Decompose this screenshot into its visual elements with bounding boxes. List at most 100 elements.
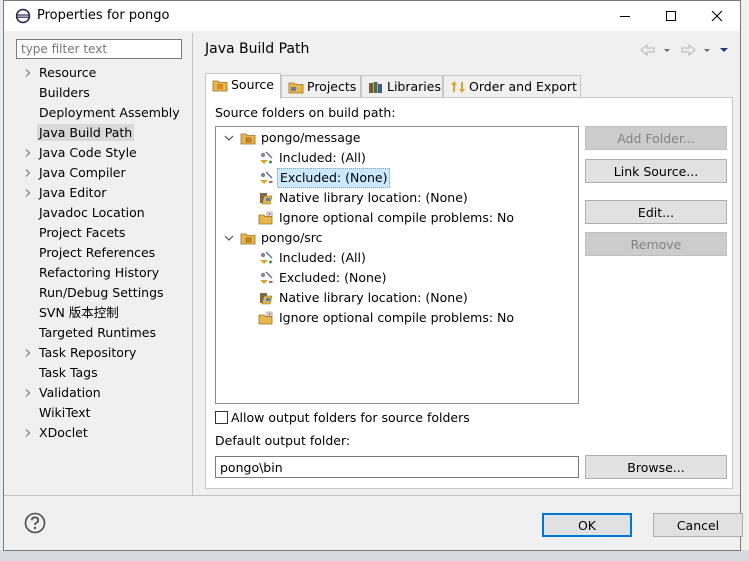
- nav-item[interactable]: XDoclet: [4, 423, 192, 443]
- tree-node-label: Native library location: (None): [279, 290, 468, 305]
- link-source-button[interactable]: Link Source...: [585, 159, 727, 183]
- forward-history-dropdown-icon[interactable]: [704, 49, 710, 52]
- close-button[interactable]: [694, 1, 740, 31]
- tree-node-label: pongo/message: [261, 130, 361, 145]
- nav-item-label: Project Facets: [39, 225, 126, 240]
- nav-item[interactable]: Java Editor: [4, 183, 192, 203]
- source-folders-tree[interactable]: pongo/message Included: (All) Excluded: (N…: [215, 126, 579, 404]
- nav-item[interactable]: Project Facets: [4, 223, 192, 243]
- inclusion-filter-icon: [260, 151, 273, 164]
- tree-attribute-row[interactable]: Native library location: (None): [216, 288, 578, 308]
- tree-node-label: Ignore optional compile problems: No: [279, 310, 515, 325]
- remove-button[interactable]: Remove: [585, 232, 727, 256]
- tree-attribute-row[interactable]: Excluded: (None): [216, 268, 578, 288]
- window-title: Properties for pongo: [37, 8, 170, 23]
- tree-attribute-row[interactable]: Excluded: (None): [216, 168, 578, 188]
- nav-item[interactable]: Java Build Path: [4, 123, 192, 143]
- chevron-right-icon[interactable]: [23, 63, 33, 83]
- nav-item-label: Builders: [39, 85, 90, 100]
- nav-item[interactable]: Java Compiler: [4, 163, 192, 183]
- source-folder-icon: [212, 80, 228, 92]
- ignore-problems-icon: [258, 311, 273, 325]
- tab-source[interactable]: Source: [205, 73, 281, 99]
- forward-arrow-icon[interactable]: [681, 43, 696, 57]
- add-folder-button[interactable]: Add Folder...: [585, 126, 727, 150]
- properties-dialog: Properties for pongo Resource Builders Dep…: [3, 0, 743, 551]
- tree-node-label: Included: (All): [279, 250, 366, 265]
- default-output-folder-input[interactable]: [215, 456, 579, 478]
- edit-button[interactable]: Edit...: [585, 200, 727, 224]
- help-icon[interactable]: [24, 512, 46, 534]
- browse-button[interactable]: Browse...: [585, 455, 727, 479]
- projects-icon: [288, 82, 304, 94]
- chevron-right-icon[interactable]: [23, 423, 33, 443]
- allow-output-folders-label: Allow output folders for source folders: [231, 410, 470, 425]
- nav-item-label: Task Repository: [39, 345, 137, 360]
- nav-item-label: Javadoc Location: [39, 205, 145, 220]
- chevron-right-icon[interactable]: [23, 343, 33, 363]
- allow-output-folders-checkbox[interactable]: [215, 411, 228, 424]
- nav-item[interactable]: Run/Debug Settings: [4, 283, 192, 303]
- nav-item[interactable]: Javadoc Location: [4, 203, 192, 223]
- tree-node-label: Included: (All): [279, 150, 366, 165]
- tree-attribute-row[interactable]: Ignore optional compile problems: No: [216, 308, 578, 328]
- native-library-icon: [260, 193, 273, 205]
- ignore-problems-icon: [258, 211, 273, 225]
- tree-source-folder[interactable]: pongo/src: [216, 228, 578, 248]
- tab-order-and-export[interactable]: Order and Export: [443, 75, 581, 97]
- nav-item[interactable]: Project References: [4, 243, 192, 263]
- back-arrow-icon[interactable]: [640, 43, 655, 57]
- title-bar: Properties for pongo: [4, 1, 740, 31]
- nav-item[interactable]: Deployment Assembly: [4, 103, 192, 123]
- nav-item-label: Project References: [39, 245, 156, 260]
- property-page-list: Resource Builders Deployment Assembly Java …: [4, 63, 192, 443]
- nav-item[interactable]: Java Code Style: [4, 143, 192, 163]
- nav-item[interactable]: WikiText: [4, 403, 192, 423]
- tree-attribute-row[interactable]: Included: (All): [216, 248, 578, 268]
- chevron-right-icon[interactable]: [23, 163, 33, 183]
- footer-divider: [4, 495, 740, 496]
- maximize-icon: [666, 11, 676, 21]
- tree-attribute-row[interactable]: Ignore optional compile problems: No: [216, 208, 578, 228]
- ok-button[interactable]: OK: [542, 513, 632, 537]
- background-right-strip: [741, 0, 749, 561]
- vertical-divider: [192, 33, 193, 495]
- maximize-button[interactable]: [648, 1, 694, 31]
- tree-source-folder[interactable]: pongo/message: [216, 128, 578, 148]
- nav-item[interactable]: Task Tags: [4, 363, 192, 383]
- page-title: Java Build Path: [205, 41, 310, 57]
- back-history-dropdown-icon[interactable]: [664, 49, 670, 52]
- nav-item[interactable]: Targeted Runtimes: [4, 323, 192, 343]
- package-folder-icon: [240, 233, 256, 245]
- tab-projects[interactable]: Projects: [281, 75, 361, 97]
- tab-libraries[interactable]: Libraries: [361, 75, 443, 97]
- nav-item[interactable]: Resource: [4, 63, 192, 83]
- tree-attribute-row[interactable]: Native library location: (None): [216, 188, 578, 208]
- minimize-button[interactable]: [602, 1, 648, 31]
- eclipse-icon: [15, 8, 31, 24]
- order-export-icon: [451, 81, 465, 93]
- nav-item-label: SVN 版本控制: [39, 305, 119, 320]
- nav-item-label: XDoclet: [39, 425, 88, 440]
- tree-attribute-row[interactable]: Included: (All): [216, 148, 578, 168]
- chevron-right-icon[interactable]: [23, 383, 33, 403]
- filter-input[interactable]: [16, 39, 182, 59]
- nav-item[interactable]: Builders: [4, 83, 192, 103]
- nav-item[interactable]: Validation: [4, 383, 192, 403]
- chevron-right-icon[interactable]: [23, 183, 33, 203]
- source-folders-label: Source folders on build path:: [215, 105, 396, 120]
- chevron-down-icon[interactable]: [223, 132, 235, 144]
- background-taskbar-strip: [0, 550, 749, 561]
- nav-item[interactable]: Refactoring History: [4, 263, 192, 283]
- nav-item-label: Refactoring History: [39, 265, 160, 280]
- chevron-right-icon[interactable]: [23, 143, 33, 163]
- cancel-button[interactable]: Cancel: [653, 513, 743, 537]
- tree-node-label: Excluded: (None): [279, 270, 387, 285]
- close-icon: [711, 10, 723, 22]
- exclusion-filter-icon: [260, 271, 273, 284]
- nav-item-label: Resource: [39, 65, 97, 80]
- nav-item[interactable]: Task Repository: [4, 343, 192, 363]
- chevron-down-icon[interactable]: [223, 232, 235, 244]
- nav-item[interactable]: SVN 版本控制: [4, 303, 192, 323]
- view-menu-icon[interactable]: [720, 48, 728, 52]
